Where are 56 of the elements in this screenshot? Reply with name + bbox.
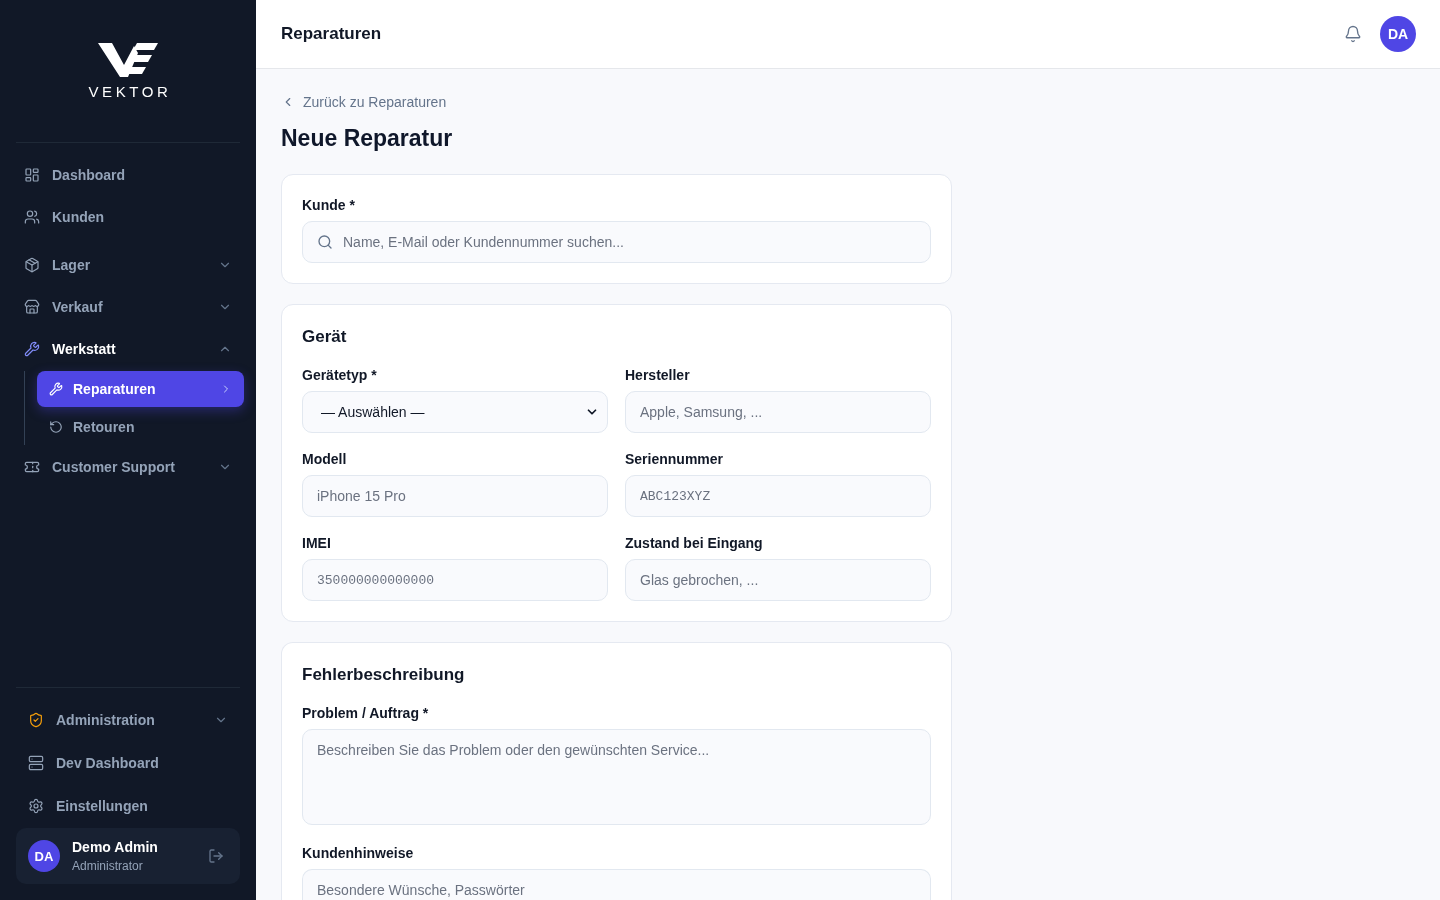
- field-label: Hersteller: [625, 366, 690, 385]
- logo-wordmark: VEKTOR: [87, 84, 172, 100]
- sidebar-item[interactable]: Dev Dashboard: [16, 743, 240, 783]
- input-field[interactable]: Glas gebrochen, ...: [625, 559, 931, 601]
- user-role: Administrator: [72, 858, 144, 874]
- sidebar-item[interactable]: Customer Support: [16, 447, 240, 487]
- notifications-button[interactable]: [1344, 25, 1362, 43]
- input-field[interactable]: iPhone 15 Pro: [302, 475, 608, 517]
- select-field[interactable]: — Auswählen —: [302, 391, 608, 433]
- box-icon: [24, 257, 40, 273]
- field-label: IMEI: [302, 534, 331, 553]
- sidebar-subitem[interactable]: Reparaturen: [37, 371, 244, 407]
- wrench-icon: [24, 341, 40, 357]
- field-label: Kundenhinweise: [302, 844, 414, 863]
- field-label: Zustand bei Eingang: [625, 534, 763, 553]
- back-link[interactable]: Zurück zu Reparaturen: [281, 92, 447, 112]
- logo-mark-icon: [98, 43, 158, 77]
- sidebar-item[interactable]: Einstellungen: [16, 786, 240, 826]
- header-title: Reparaturen: [281, 24, 382, 44]
- user-name: Demo Admin: [72, 838, 159, 856]
- users-icon: [24, 209, 40, 225]
- header-avatar[interactable]: DA: [1380, 16, 1416, 52]
- ticket-icon: [24, 459, 40, 475]
- field-label: Gerätetyp *: [302, 366, 377, 385]
- sidebar-item[interactable]: Werkstatt: [16, 329, 240, 369]
- sidebar-subitem[interactable]: Retouren: [37, 409, 244, 445]
- logout-icon: [208, 848, 224, 864]
- field-label: Kunde *: [302, 196, 355, 215]
- rotate-arrow-icon: [49, 420, 63, 434]
- sidebar-item[interactable]: Lager: [16, 245, 240, 285]
- server-icon: [28, 755, 44, 771]
- sidebar-item[interactable]: Verkauf: [16, 287, 240, 327]
- sidebar-item[interactable]: Dashboard: [16, 155, 240, 195]
- search-icon: [317, 234, 333, 250]
- page-title: Neue Reparatur: [281, 124, 453, 153]
- grid-icon: [24, 167, 40, 183]
- field-label: Modell: [302, 450, 347, 469]
- textarea-field[interactable]: Beschreiben Sie das Problem oder den gewünschten Service...: [302, 729, 931, 825]
- field-label: Seriennummer: [625, 450, 724, 469]
- user-avatar: DA: [28, 840, 60, 872]
- textarea-field[interactable]: Besondere Wünsche, Passwörter: [302, 869, 931, 900]
- logout-button[interactable]: [208, 848, 224, 864]
- wrench-icon: [49, 382, 63, 396]
- settings-icon: [28, 798, 44, 814]
- input-field[interactable]: 350000000000000: [302, 559, 608, 601]
- shield-check-icon: [28, 712, 44, 728]
- input-field[interactable]: Apple, Samsung, ...: [625, 391, 931, 433]
- sidebar-item[interactable]: Kunden: [16, 197, 240, 237]
- store-icon: [24, 299, 40, 315]
- section-title: Fehlerbeschreibung: [302, 664, 465, 686]
- input-field[interactable]: ABC123XYZ: [625, 475, 931, 517]
- field-label: Problem / Auftrag *: [302, 704, 429, 723]
- section-title: Gerät: [302, 326, 348, 348]
- sidebar-item[interactable]: Administration: [16, 700, 240, 740]
- bell-icon: [1344, 25, 1362, 43]
- search-field[interactable]: Name, E-Mail oder Kundennummer suchen...: [302, 221, 931, 263]
